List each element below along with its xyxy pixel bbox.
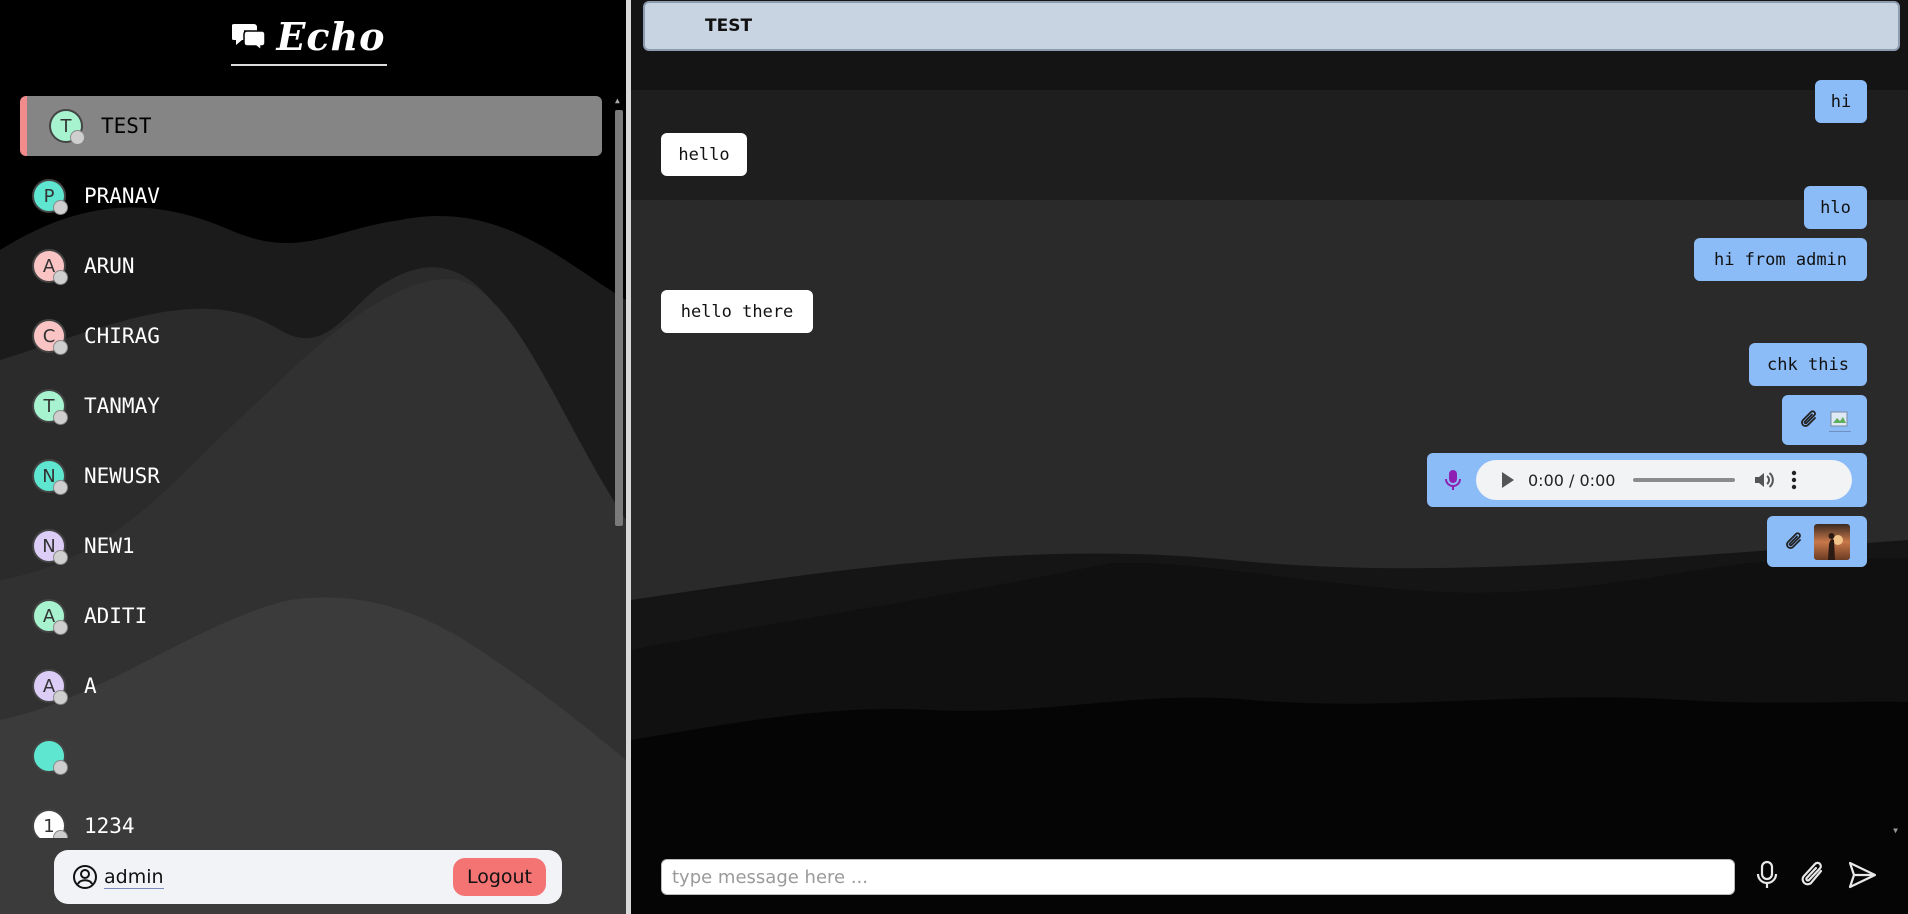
contact-name: NEWUSR [84, 464, 160, 488]
status-dot [53, 830, 68, 838]
more-options-icon[interactable] [1791, 470, 1797, 490]
contact-list: T TEST P PRANAV A ARUN C CHIRAG T TANMAY… [0, 96, 610, 838]
send-icon[interactable] [1847, 858, 1877, 892]
chat-app: Echo T TEST P PRANAV A ARUN C CHIRAG T T… [0, 0, 1908, 914]
contact-item-a[interactable]: A A [20, 656, 602, 716]
avatar [32, 739, 68, 775]
message-bubble-outgoing: hi from admin [1694, 238, 1867, 281]
contact-name: A [84, 674, 97, 698]
message-bubble-outgoing: chk this [1749, 343, 1867, 386]
status-dot [53, 620, 68, 635]
brand-logo: Echo [231, 8, 387, 66]
avatar: N [32, 459, 68, 495]
contact-item-test[interactable]: T TEST [20, 96, 602, 156]
chat-bubbles-icon [232, 24, 267, 51]
message-input[interactable] [661, 859, 1735, 895]
status-dot [70, 130, 85, 145]
logout-button[interactable]: Logout [452, 858, 546, 896]
contact-item-new1[interactable]: N NEW1 [20, 516, 602, 576]
contact-item-1234[interactable]: 1 1234 [20, 796, 602, 838]
contact-name: NEW1 [84, 534, 135, 558]
avatar: 1 [32, 809, 68, 838]
audio-progress-track[interactable] [1633, 478, 1736, 482]
scroll-up-arrow-icon[interactable]: ▲ [615, 96, 620, 105]
avatar: P [32, 179, 68, 215]
avatar: C [32, 319, 68, 355]
message-bubble-outgoing: hi [1815, 80, 1867, 123]
status-dot [53, 760, 68, 775]
broken-image-icon [1828, 409, 1851, 432]
chat-title: TEST [705, 16, 753, 36]
status-dot [53, 200, 68, 215]
avatar: T [49, 109, 85, 145]
avatar: A [32, 669, 68, 705]
message-bubble-incoming: hello [661, 133, 747, 176]
attachment-message[interactable] [1782, 395, 1867, 445]
status-dot [53, 340, 68, 355]
avatar: N [32, 529, 68, 565]
status-dot [53, 550, 68, 565]
volume-icon[interactable] [1753, 470, 1775, 490]
paperclip-icon[interactable] [1799, 858, 1829, 892]
contact-name: TANMAY [84, 394, 160, 418]
user-circle-icon [73, 865, 97, 889]
contact-item-newusr[interactable]: N NEWUSR [20, 446, 602, 506]
contact-name: 1234 [84, 814, 135, 838]
paperclip-icon [1786, 531, 1801, 549]
contact-name: CHIRAG [84, 324, 160, 348]
paperclip-icon [1800, 410, 1816, 427]
chat-scroll-down-icon[interactable]: ▼ [1893, 826, 1898, 835]
contact-item-pranav[interactable]: P PRANAV [20, 166, 602, 226]
sidebar: Echo T TEST P PRANAV A ARUN C CHIRAG T T… [0, 0, 626, 914]
audio-player[interactable]: 0:00 / 0:00 [1476, 460, 1852, 500]
avatar: A [32, 599, 68, 635]
microphone-icon[interactable] [1752, 858, 1782, 892]
contact-name: TEST [101, 114, 152, 138]
audio-time: 0:00 / 0:00 [1528, 470, 1616, 490]
message-bubble-incoming: hello there [661, 290, 813, 333]
contact-item-chirag[interactable]: C CHIRAG [20, 306, 602, 366]
scrollbar-thumb[interactable] [615, 110, 623, 526]
contact-item-tanmay[interactable]: T TANMAY [20, 376, 602, 436]
status-dot [53, 690, 68, 705]
play-icon[interactable] [1502, 472, 1514, 488]
chat-header: TEST [643, 1, 1900, 51]
contact-item-arun[interactable]: A ARUN [20, 236, 602, 296]
status-dot [53, 480, 68, 495]
contact-list-scrollbar[interactable]: ▲ [614, 96, 624, 838]
avatar: A [32, 249, 68, 285]
contact-name: PRANAV [84, 184, 160, 208]
contact-name: ADITI [84, 604, 148, 628]
contact-item-unnamed[interactable] [20, 726, 602, 786]
current-user-name: admin [104, 865, 164, 889]
brand-name: Echo [276, 13, 386, 59]
microphone-icon [1445, 470, 1461, 490]
avatar: T [32, 389, 68, 425]
contact-name: ARUN [84, 254, 135, 278]
status-dot [53, 270, 68, 285]
status-dot [53, 410, 68, 425]
audio-message: 0:00 / 0:00 [1427, 453, 1867, 507]
current-user-bar: admin Logout [54, 850, 562, 904]
message-bubble-outgoing: hlo [1804, 186, 1867, 229]
chat-panel: TEST hi hello hlo hi from admin hello th… [631, 0, 1908, 914]
attachment-message[interactable] [1767, 516, 1867, 567]
photo-thumbnail[interactable] [1814, 523, 1850, 560]
contact-item-aditi[interactable]: A ADITI [20, 586, 602, 646]
